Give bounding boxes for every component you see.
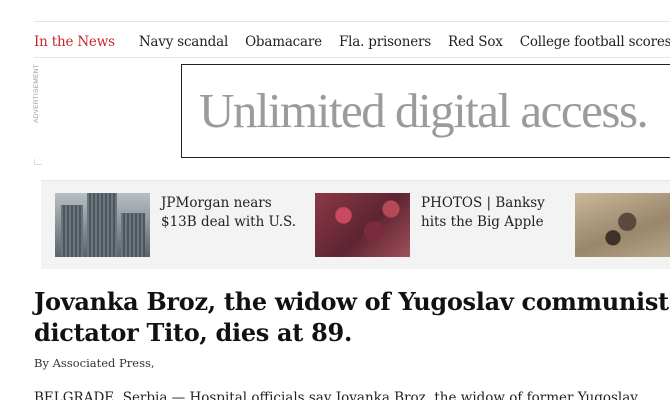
news-link-obamacare[interactable]: Obamacare — [245, 34, 322, 50]
top-divider — [34, 21, 670, 22]
in-the-news-bar: In the News Navy scandal Obamacare Fla. … — [34, 33, 670, 51]
promo-caption[interactable]: PHOTOS | Banksy hits the Big Apple — [421, 194, 571, 232]
advertisement-text: Unlimited digital access. — [199, 83, 649, 138]
advertisement-banner[interactable]: Unlimited digital access. — [181, 64, 670, 158]
bank-towers-photo[interactable] — [55, 193, 150, 257]
news-link-fla-prisoners[interactable]: Fla. prisoners — [339, 34, 431, 50]
byline-author-link[interactable]: Associated Press, — [53, 356, 155, 370]
article-headline: Jovanka Broz, the widow of Yugoslav comm… — [34, 287, 669, 347]
promo-caption[interactable]: JPMorgan nears $13B deal with U.S. — [161, 194, 311, 232]
sculpture-photo[interactable] — [575, 193, 670, 257]
article-byline: By Associated Press, — [34, 356, 155, 370]
in-the-news-label: In the News — [34, 34, 115, 50]
news-link-red-sox[interactable]: Red Sox — [448, 34, 503, 50]
news-bar-divider — [34, 57, 670, 58]
advertisement-label: ADVERTISEMENT — [33, 63, 40, 123]
byline-prefix: By — [34, 356, 49, 370]
advertisement-corner-mark — [34, 159, 42, 165]
street-art-photo[interactable] — [315, 193, 410, 257]
news-link-college-football-scores[interactable]: College football scores — [520, 34, 670, 50]
news-link-navy-scandal[interactable]: Navy scandal — [139, 34, 228, 50]
article-body-first-line: BELGRADE, Serbia — Hospital officials sa… — [34, 390, 638, 400]
promo-strip: JPMorgan nears $13B deal with U.S. PHOTO… — [41, 180, 670, 269]
